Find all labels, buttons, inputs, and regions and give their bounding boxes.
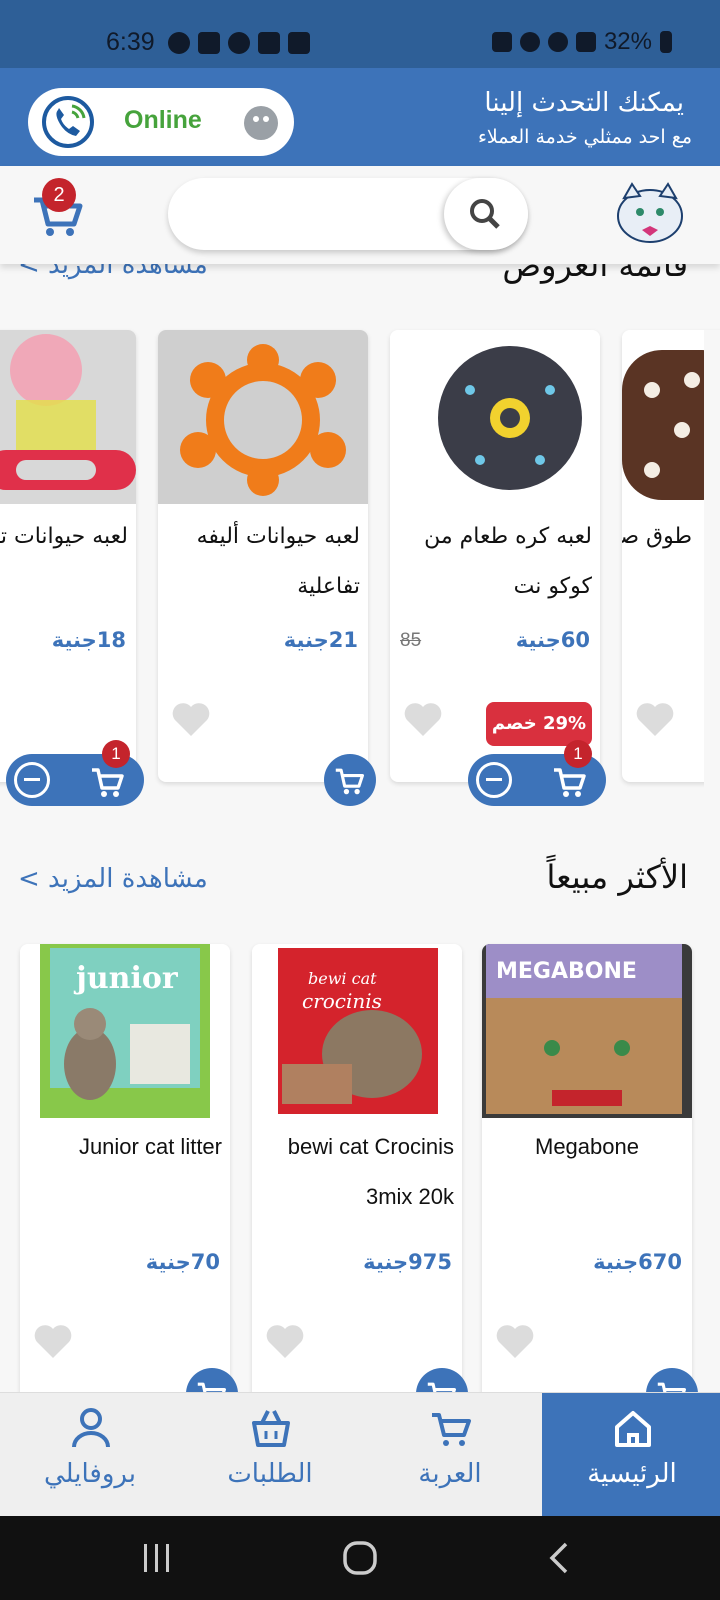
quantity-badge: 1	[564, 740, 592, 768]
product-image-junior-cat-litter: junior	[20, 944, 230, 1118]
favorite-heart-icon[interactable]	[264, 1322, 306, 1360]
search-button[interactable]	[444, 178, 528, 250]
cart-icon	[554, 768, 586, 797]
app-logo-cat	[617, 182, 683, 243]
product-name: طوق صغيره	[622, 524, 692, 549]
favorite-heart-icon[interactable]	[32, 1322, 74, 1360]
back-icon[interactable]	[548, 1540, 572, 1576]
phone-call-icon	[42, 96, 94, 148]
product-name: Megabone	[535, 1134, 639, 1159]
product-name: لعبه كره طعام من كوكو نت	[424, 524, 592, 599]
add-to-cart-button[interactable]	[324, 754, 376, 806]
product-price: 21جنية	[283, 628, 358, 652]
quantity-badge: 1	[102, 740, 130, 768]
nav-cart[interactable]: العربة	[360, 1393, 540, 1517]
favorite-heart-icon[interactable]	[494, 1322, 536, 1360]
product-price: 975جنية	[363, 1250, 452, 1274]
quantity-stepper[interactable]: 1	[468, 740, 606, 806]
search-icon	[470, 199, 500, 229]
favorite-heart-icon[interactable]	[170, 700, 212, 738]
instagram-icon	[198, 32, 220, 54]
nav-orders[interactable]: الطلبات	[180, 1393, 360, 1517]
profile-icon	[72, 1408, 110, 1448]
nav-profile[interactable]: بروفايلي	[0, 1393, 180, 1517]
product-name: Junior cat litter	[78, 1134, 222, 1159]
product-price: 18جنية	[51, 628, 126, 652]
contact-subtitle: مع احد ممثلي خدمة العملاء	[477, 126, 692, 148]
contact-title: يمكنك التحدث إلينا	[484, 88, 684, 118]
svg-text:MEGABONE: MEGABONE	[496, 959, 637, 984]
cart-icon	[335, 768, 364, 795]
online-support-button[interactable]: Online	[28, 88, 294, 156]
product-price: 670جنية	[593, 1250, 682, 1274]
basket-icon	[252, 1410, 290, 1447]
gallery-icon	[288, 32, 310, 54]
product-name: لعبه حيوانات تفاعليه	[0, 524, 128, 549]
system-status: 32%	[491, 28, 672, 56]
product-card[interactable]: لعبه حيوانات أليفه تفاعلية 21جنية	[158, 330, 368, 782]
product-image-megabone: MEGABONE	[482, 944, 692, 1118]
lock-icon	[491, 32, 512, 52]
quantity-stepper[interactable]: 1	[6, 740, 144, 806]
product-card[interactable]: MEGABONE Megabone 670جنية	[482, 944, 692, 1404]
product-card[interactable]: لعبه كره طعام من كوكو نت 60جنية 85 29% خ…	[390, 330, 600, 782]
product-price: 70جنية	[145, 1250, 220, 1274]
favorite-heart-icon[interactable]	[634, 700, 676, 738]
cart-icon	[92, 768, 124, 797]
product-card[interactable]: لعبه حيوانات تفاعليه 18جنية	[0, 330, 136, 782]
status-bar: 6:39 32%	[0, 0, 720, 68]
signal-icon	[575, 32, 596, 52]
status-time: 6:39	[106, 28, 155, 56]
bestsellers-see-more-link[interactable]: مشاهدة المزيد >	[18, 864, 208, 894]
wifi-icon	[547, 32, 568, 52]
nav-profile-label: بروفايلي	[43, 1459, 136, 1489]
product-card[interactable]: junior Junior cat litter 70جنية	[20, 944, 230, 1404]
alarm-icon	[519, 32, 540, 52]
product-name: bewi cat Crocinis 3mix 20k	[287, 1134, 454, 1209]
bestsellers-title: الأكثر مبيعاً	[546, 858, 689, 896]
cart-icon	[432, 1413, 471, 1446]
contact-banner: Online يمكنك التحدث إلينا مع احد ممثلي خ…	[0, 68, 720, 166]
nav-cart-label: العربة	[418, 1459, 482, 1489]
system-navigation-bar	[0, 1516, 720, 1600]
battery-level: 32%	[603, 28, 652, 55]
nav-orders-label: الطلبات	[227, 1459, 313, 1489]
app-header: 2	[0, 166, 720, 264]
search-input[interactable]	[168, 178, 528, 250]
messenger-icon	[228, 32, 250, 54]
recent-apps-icon[interactable]	[142, 1542, 172, 1574]
product-image-paw-ring-toy	[158, 330, 368, 504]
svg-text:junior: junior	[73, 961, 179, 996]
battery-icon	[660, 31, 672, 53]
notification-icons	[168, 32, 310, 54]
app-screen: 6:39 32% Online يمكنك التحدث إلينا مع اح…	[0, 0, 720, 1600]
messenger-icon	[168, 32, 190, 54]
product-name: لعبه حيوانات أليفه تفاعلية	[196, 524, 360, 599]
home-button-icon[interactable]	[342, 1540, 378, 1576]
favorite-heart-icon[interactable]	[402, 700, 444, 738]
product-old-price: 85	[400, 630, 422, 651]
product-image-rattle-toy	[0, 330, 136, 504]
svg-text:bewi cat: bewi cat	[308, 969, 377, 988]
header-cart-button[interactable]: 2	[30, 178, 86, 242]
online-status: Online	[124, 106, 202, 134]
video-icon	[258, 32, 280, 54]
product-card[interactable]: bewi cat crocinis bewi cat Crocinis 3mix…	[252, 944, 462, 1404]
decrease-quantity-button[interactable]	[476, 762, 512, 798]
nav-home[interactable]: الرئيسية	[542, 1393, 720, 1517]
agent-face-icon	[244, 106, 278, 140]
decrease-quantity-button[interactable]	[14, 762, 50, 798]
offers-right-fade	[704, 330, 720, 800]
product-image-food-ball-toy	[390, 330, 600, 504]
product-price: 60جنية	[515, 628, 590, 652]
product-image-bewi-cat-crocinis: bewi cat crocinis	[252, 944, 462, 1118]
nav-home-label: الرئيسية	[587, 1459, 677, 1489]
bottom-navigation: بروفايلي الطلبات العربة الرئيسية	[0, 1392, 720, 1517]
home-icon	[615, 1411, 651, 1447]
svg-text:crocinis: crocinis	[302, 989, 382, 1013]
cart-count-badge: 2	[42, 178, 76, 212]
